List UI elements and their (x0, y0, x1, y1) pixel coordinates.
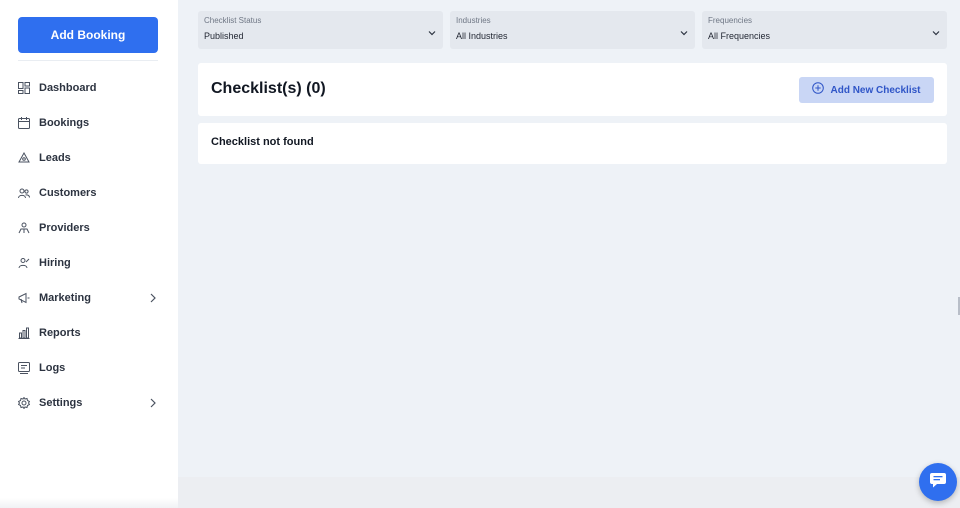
sidebar-divider (18, 60, 158, 61)
sidebar-item-providers[interactable]: Providers (0, 210, 178, 245)
filter-label: Checklist Status (204, 16, 262, 25)
sidebar-item-hiring[interactable]: Hiring (0, 245, 178, 280)
sidebar-item-label: Marketing (39, 291, 91, 304)
sidebar-item-reports[interactable]: Reports (0, 315, 178, 350)
sidebar: Add Booking Dashboard Bookings Leads Cus… (0, 0, 178, 508)
chevron-down-icon (931, 25, 941, 36)
sidebar-item-leads[interactable]: Leads (0, 140, 178, 175)
bottom-scrollbar-track[interactable] (178, 477, 960, 508)
frequencies-select[interactable]: Frequencies All Frequencies (702, 11, 947, 49)
sidebar-item-dashboard[interactable]: Dashboard (0, 70, 178, 105)
filter-label: Frequencies (708, 16, 753, 25)
leads-icon (18, 151, 30, 164)
filter-value: All Industries (456, 31, 508, 41)
chat-icon (929, 471, 947, 494)
sidebar-item-label: Customers (39, 186, 97, 199)
sidebar-item-label: Dashboard (39, 81, 97, 94)
sidebar-item-label: Logs (39, 361, 66, 374)
reports-icon (18, 327, 30, 339)
chat-button[interactable] (919, 463, 957, 501)
providers-icon (18, 222, 30, 234)
sidebar-item-label: Bookings (39, 116, 90, 129)
sidebar-nav: Dashboard Bookings Leads Customers Provi… (0, 70, 178, 420)
chevron-down-icon (427, 25, 437, 36)
marketing-icon (18, 292, 30, 304)
sidebar-item-label: Leads (39, 151, 71, 164)
sidebar-bottom-scrollbar[interactable] (0, 498, 178, 508)
filter-value: All Frequencies (708, 31, 771, 41)
chevron-down-icon (679, 25, 689, 36)
filter-label: Industries (456, 16, 491, 25)
industries-select[interactable]: Industries All Industries (450, 11, 695, 49)
dashboard-icon (18, 81, 30, 94)
add-new-checklist-label: Add New Checklist (830, 84, 921, 96)
checklist-status-select[interactable]: Checklist Status Published (198, 11, 443, 49)
app-root: Add Booking Dashboard Bookings Leads Cus… (0, 0, 960, 508)
sidebar-item-label: Settings (39, 396, 83, 409)
empty-state-card: Checklist not found (198, 123, 947, 164)
hiring-icon (18, 257, 30, 269)
sidebar-item-marketing[interactable]: Marketing (0, 280, 178, 315)
calendar-icon (18, 116, 30, 129)
chevron-right-icon (148, 293, 158, 303)
chevron-right-icon (148, 398, 158, 408)
sidebar-item-label: Providers (39, 221, 90, 234)
plus-circle-icon (812, 81, 825, 99)
sidebar-item-logs[interactable]: Logs (0, 350, 178, 385)
page-title: Checklist(s) (0) (211, 80, 326, 97)
sidebar-item-customers[interactable]: Customers (0, 175, 178, 210)
sidebar-item-label: Hiring (39, 256, 71, 269)
customers-icon (18, 187, 30, 199)
sidebar-item-settings[interactable]: Settings (0, 385, 178, 420)
sidebar-item-bookings[interactable]: Bookings (0, 105, 178, 140)
filter-value: Published (204, 31, 244, 41)
logs-icon (18, 361, 30, 374)
add-booking-button[interactable]: Add Booking (18, 17, 158, 53)
sidebar-item-label: Reports (39, 326, 81, 339)
add-new-checklist-button[interactable]: Add New Checklist (799, 77, 934, 103)
checklist-header-card: Checklist(s) (0) Add New Checklist (198, 63, 947, 116)
empty-state-message: Checklist not found (211, 136, 314, 148)
gear-icon (18, 396, 30, 409)
